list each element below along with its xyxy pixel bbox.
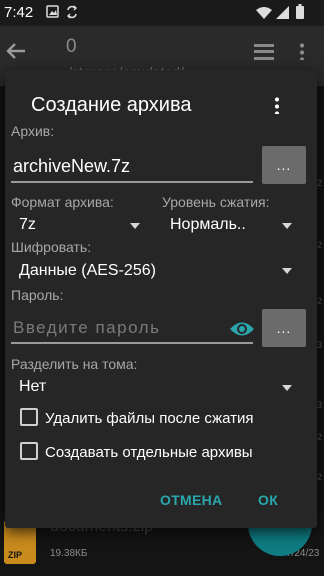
encryption-select[interactable]: Данные (AES-256) bbox=[19, 262, 156, 280]
password-input[interactable]: Введите пароль bbox=[13, 318, 160, 338]
wifi-icon bbox=[256, 6, 272, 22]
dialog-more-icon[interactable] bbox=[275, 96, 279, 114]
dialog-title: Создание архива bbox=[31, 94, 192, 116]
format-label: Формат архива: bbox=[11, 194, 114, 210]
image-icon bbox=[46, 5, 59, 21]
encrypt-label: Шифровать: bbox=[11, 239, 92, 255]
archive-label: Архив: bbox=[11, 123, 55, 139]
split-volumes-dropdown-icon[interactable] bbox=[282, 385, 292, 391]
archive-name-underline bbox=[11, 181, 253, 183]
battery-icon bbox=[296, 4, 304, 22]
delete-after-compress-label[interactable]: Удалить файлы после сжатия bbox=[45, 410, 254, 427]
sync-icon bbox=[66, 5, 78, 22]
ok-button[interactable]: ОК bbox=[258, 492, 278, 508]
back-arrow-icon[interactable] bbox=[6, 40, 26, 66]
status-bar: 7:42 bbox=[0, 0, 324, 26]
compression-level-select[interactable]: Нормаль.. bbox=[170, 216, 246, 234]
toolbar-more-icon[interactable] bbox=[300, 42, 304, 60]
format-select[interactable]: 7z bbox=[19, 216, 36, 234]
separate-archives-label[interactable]: Создавать отдельные архивы bbox=[45, 444, 253, 461]
encryption-dropdown-icon[interactable] bbox=[282, 268, 292, 274]
status-time: 7:42 bbox=[4, 4, 34, 21]
zip-icon-label: ZIP bbox=[8, 550, 23, 560]
split-volumes-select[interactable]: Нет bbox=[19, 378, 46, 396]
password-label: Пароль: bbox=[11, 287, 64, 303]
create-archive-dialog: Создание архива Архив: archiveNew.7z ...… bbox=[5, 70, 317, 528]
separate-archives-checkbox[interactable] bbox=[20, 442, 38, 460]
format-dropdown-icon[interactable] bbox=[130, 223, 140, 229]
show-password-eye-icon[interactable] bbox=[229, 320, 255, 343]
archive-name-input[interactable]: archiveNew.7z bbox=[13, 156, 130, 177]
cancel-button[interactable]: ОТМЕНА bbox=[160, 492, 222, 508]
compression-level-label: Уровень сжатия: bbox=[162, 194, 270, 210]
signal-icon bbox=[276, 6, 289, 22]
selection-count: 0 bbox=[66, 36, 77, 57]
password-underline bbox=[11, 342, 253, 344]
compression-level-dropdown-icon[interactable] bbox=[282, 223, 292, 229]
password-options-button[interactable]: ... bbox=[262, 309, 306, 347]
file-size: 19.38КБ bbox=[50, 548, 88, 559]
list-view-icon[interactable] bbox=[254, 44, 274, 60]
browse-archive-button[interactable]: ... bbox=[262, 146, 306, 184]
split-volumes-label: Разделить на тома: bbox=[11, 356, 138, 372]
delete-after-compress-checkbox[interactable] bbox=[20, 408, 38, 426]
